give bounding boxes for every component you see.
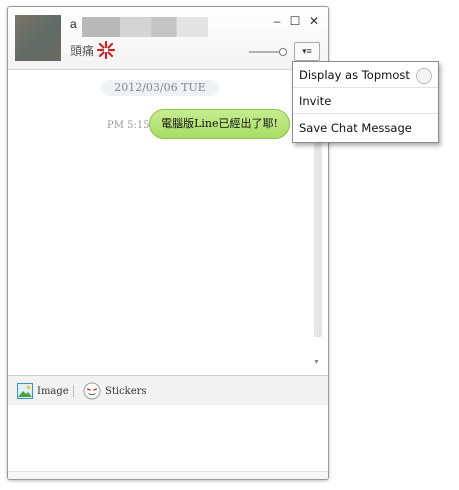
menu-item-invite[interactable]: Invite [293,88,438,114]
message-input[interactable] [8,405,328,475]
window-bottom-bar [8,471,328,479]
image-icon [17,383,33,399]
chat-area: 2012/03/06 TUE PM 5:15 電腦版Line已經出了耶! [8,70,328,375]
toolbar-divider [73,385,74,397]
minimize-button[interactable]: – [270,14,284,28]
avatar[interactable] [15,15,61,61]
input-toolbar: Image Stickers [8,375,328,406]
options-menu: Display as Topmost Invite Save Chat Mess… [292,61,439,143]
stickers-button[interactable]: Stickers [83,381,147,401]
menu-item-label: Save Chat Message [299,121,412,135]
volume-slider[interactable] [248,47,288,57]
message-time: PM 5:15 [107,120,150,131]
menu-item-label: Display as Topmost [299,68,410,82]
menu-item-display-as-topmost[interactable]: Display as Topmost [293,62,438,88]
stickers-label: Stickers [105,385,147,397]
status-message: 頭痛 [70,44,95,58]
image-label: Image [37,385,69,397]
chat-header: a 頭痛 – ☐ ✕ ▾≡ [8,7,328,70]
menu-button[interactable]: ▾≡ [294,42,320,61]
contact-name: a [70,17,208,37]
menu-item-save-chat-message[interactable]: Save Chat Message [293,115,438,141]
date-separator: 2012/03/06 TUE [101,80,219,96]
maximize-button[interactable]: ☐ [288,14,302,28]
menu-item-label: Invite [299,94,332,108]
headache-status-icon [96,40,116,60]
image-button[interactable]: Image [17,381,69,401]
scroll-down-arrow-icon[interactable]: ▼ [313,359,320,366]
message-bubble[interactable]: 電腦版Line已經出了耶! [149,109,290,139]
close-button[interactable]: ✕ [307,14,321,28]
sticker-icon [83,382,101,400]
chat-window: a 頭痛 – ☐ ✕ ▾≡ 2012/03/06 TUE PM 5:15 電腦版… [7,6,329,480]
topmost-toggle[interactable] [416,68,432,84]
contact-name-prefix: a [70,17,77,31]
blurred-name [82,17,208,37]
